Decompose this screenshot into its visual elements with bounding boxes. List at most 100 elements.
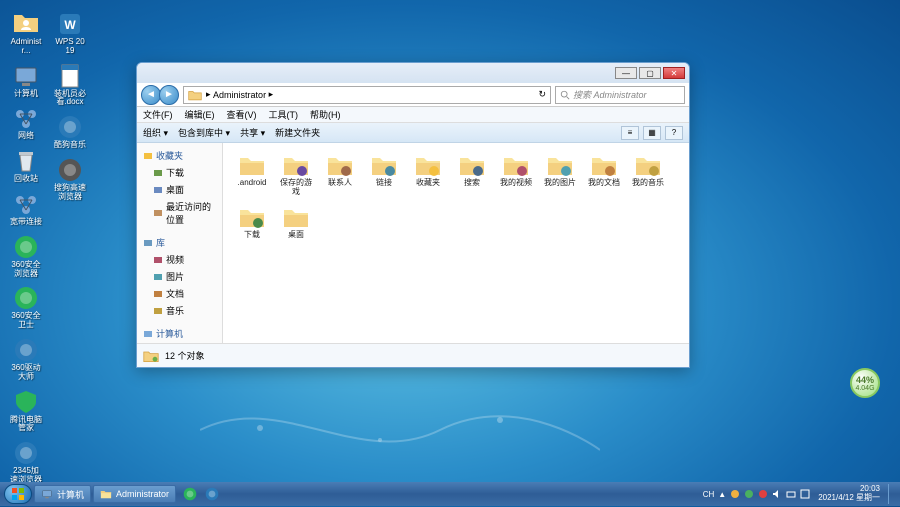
menu-工具(T)[interactable]: 工具(T) xyxy=(269,108,299,121)
folder-item-我的文档[interactable]: 我的文档 xyxy=(583,151,625,199)
circle-icon xyxy=(12,439,40,467)
nav-图片[interactable]: 图片 xyxy=(137,268,222,285)
desktop-icon-label: 网络 xyxy=(18,132,34,141)
close-button[interactable]: ✕ xyxy=(663,67,685,79)
desktop-icon-360驱动大师[interactable]: 360驱动大师 xyxy=(8,334,44,384)
folder-item-保存的游戏[interactable]: 保存的游戏 xyxy=(275,151,317,199)
desktop-icon-label: 搜狗高速浏览器 xyxy=(54,184,86,202)
nav-row: ◄ ► ▸ Administrator ▸ ↻ 搜索 Administrator xyxy=(137,83,689,107)
tray-icon[interactable] xyxy=(758,489,768,499)
nav-下载[interactable]: 下载 xyxy=(137,164,222,181)
forward-button[interactable]: ► xyxy=(159,85,179,105)
folder-item-我的音乐[interactable]: 我的音乐 xyxy=(627,151,669,199)
pinned-icons xyxy=(182,486,220,502)
widget-pct: 44% xyxy=(856,375,874,385)
desktop-icon-360安全卫士[interactable]: 360安全卫士 xyxy=(8,282,44,332)
search-input[interactable]: 搜索 Administrator xyxy=(555,86,685,104)
desktop-icon-label: 360安全浏览器 xyxy=(10,261,42,279)
menubar: 文件(F) 编辑(E) 查看(V) 工具(T) 帮助(H) xyxy=(137,107,689,123)
folder-icon xyxy=(100,488,112,500)
folder-item-我的图片[interactable]: 我的图片 xyxy=(539,151,581,199)
accelerator-widget[interactable]: 44% 4.04G xyxy=(850,368,880,398)
desktop-icon-搜狗高速浏览器[interactable]: 搜狗高速浏览器 xyxy=(52,154,88,204)
toolbar-组织 ▾[interactable]: 组织 ▾ xyxy=(143,126,168,139)
windows-logo-icon xyxy=(11,487,25,501)
desktop-icons: Administr... 计算机网络回收站宽带连接 360安全浏览器 360安全卫士3… xyxy=(8,8,88,487)
toolbar-共享 ▾[interactable]: 共享 ▾ xyxy=(240,126,265,139)
folder-item-.android[interactable]: .android xyxy=(231,151,273,199)
taskbar-task-计算机[interactable]: 计算机 xyxy=(34,485,91,503)
toolbar: 组织 ▾ 包含到库中 ▾ 共享 ▾ 新建文件夹 ≡ ▦? xyxy=(137,123,689,143)
toolbar-right-button[interactable]: ? xyxy=(665,126,683,140)
nav-label: 最近访问的位置 xyxy=(166,200,216,226)
start-button[interactable] xyxy=(4,484,32,504)
nav-音乐[interactable]: 音乐 xyxy=(137,302,222,319)
pinned-icon[interactable] xyxy=(204,486,220,502)
doc-icon xyxy=(56,62,84,90)
desktop-icon-宽带连接[interactable]: 宽带连接 xyxy=(8,188,44,229)
desktop-icon-2345加速浏览器[interactable]: 2345加速浏览器 xyxy=(8,437,44,487)
folder-label: 下载 xyxy=(244,231,260,240)
folder-item-链接[interactable]: 链接 xyxy=(363,151,405,199)
folder-label: 我的文档 xyxy=(588,179,620,188)
tray-arrow-icon[interactable]: ▲ xyxy=(718,490,726,499)
folder-label: 搜索 xyxy=(464,179,480,188)
folder-item-联系人[interactable]: 联系人 xyxy=(319,151,361,199)
volume-icon[interactable] xyxy=(772,489,782,499)
toolbar-包含到库中 ▾[interactable]: 包含到库中 ▾ xyxy=(178,126,230,139)
desktop-icon-装机员必看.docx[interactable]: 装机员必看.docx xyxy=(52,60,88,110)
tray-icon[interactable] xyxy=(744,489,754,499)
desktop-icon-Administr...[interactable]: Administr... xyxy=(8,8,44,58)
network-icon[interactable] xyxy=(786,489,796,499)
toolbar-新建文件夹[interactable]: 新建文件夹 xyxy=(275,126,320,139)
nav-文档[interactable]: 文档 xyxy=(137,285,222,302)
maximize-button[interactable]: ▢ xyxy=(639,67,661,79)
user-icon xyxy=(12,10,40,38)
menu-文件(F)[interactable]: 文件(F) xyxy=(143,108,173,121)
desktop-icon-腾讯电脑管家[interactable]: 腾讯电脑管家 xyxy=(8,386,44,436)
toolbar-right-button[interactable]: ▦ xyxy=(643,126,661,140)
toolbar-right-button[interactable]: ≡ xyxy=(621,126,639,140)
nav-视频[interactable]: 视频 xyxy=(137,251,222,268)
nav-桌面[interactable]: 桌面 xyxy=(137,181,222,198)
circle-icon xyxy=(12,233,40,261)
minimize-button[interactable]: — xyxy=(615,67,637,79)
folder-icon xyxy=(414,153,442,177)
desktop-icon-label: Administr... xyxy=(10,38,42,56)
clock[interactable]: 20:03 2021/4/12 星期一 xyxy=(814,485,884,503)
folder-item-搜索[interactable]: 搜索 xyxy=(451,151,493,199)
folder-item-我的视频[interactable]: 我的视频 xyxy=(495,151,537,199)
folder-icon xyxy=(590,153,618,177)
desktop-icon-酷狗音乐[interactable]: 酷狗音乐 xyxy=(52,111,88,152)
network-icon xyxy=(12,104,40,132)
computer-icon xyxy=(12,62,40,90)
desktop-icon-360安全浏览器[interactable]: 360安全浏览器 xyxy=(8,231,44,281)
folder-icon xyxy=(143,348,159,364)
tray-icon[interactable] xyxy=(730,489,740,499)
back-button[interactable]: ◄ xyxy=(141,85,161,105)
breadcrumb[interactable]: ▸ Administrator ▸ ↻ xyxy=(183,86,551,104)
menu-查看(V)[interactable]: 查看(V) xyxy=(227,108,257,121)
pinned-icon[interactable] xyxy=(182,486,198,502)
folder-item-收藏夹[interactable]: 收藏夹 xyxy=(407,151,449,199)
action-center-icon[interactable] xyxy=(800,489,810,499)
nav-label: 视频 xyxy=(166,253,184,266)
nav-最近访问的位置[interactable]: 最近访问的位置 xyxy=(137,198,222,228)
desktop-icon-回收站[interactable]: 回收站 xyxy=(8,145,44,186)
show-desktop-button[interactable] xyxy=(888,484,896,504)
menu-编辑(E)[interactable]: 编辑(E) xyxy=(185,108,215,121)
explorer-window: — ▢ ✕ ◄ ► ▸ Administrator ▸ ↻ 搜索 Adminis… xyxy=(136,62,690,368)
refresh-button[interactable]: ↻ xyxy=(538,89,546,100)
desktop-icon-计算机[interactable]: 计算机 xyxy=(8,60,44,101)
menu-帮助(H)[interactable]: 帮助(H) xyxy=(310,108,341,121)
desktop-icon-WPS 2019[interactable]: WWPS 2019 xyxy=(52,8,88,58)
nav-计算机[interactable]: 计算机 xyxy=(137,325,222,342)
desktop-icon-网络[interactable]: 网络 xyxy=(8,102,44,143)
folder-item-桌面[interactable]: 桌面 xyxy=(275,203,317,242)
folder-item-下载[interactable]: 下载 xyxy=(231,203,273,242)
nav-收藏夹[interactable]: 收藏夹 xyxy=(137,147,222,164)
taskbar-task-Administrator[interactable]: Administrator xyxy=(93,485,176,503)
nav-库[interactable]: 库 xyxy=(137,234,222,251)
tray-lang[interactable]: CH xyxy=(703,490,715,499)
breadcrumb-sep: ▸ xyxy=(206,89,211,100)
